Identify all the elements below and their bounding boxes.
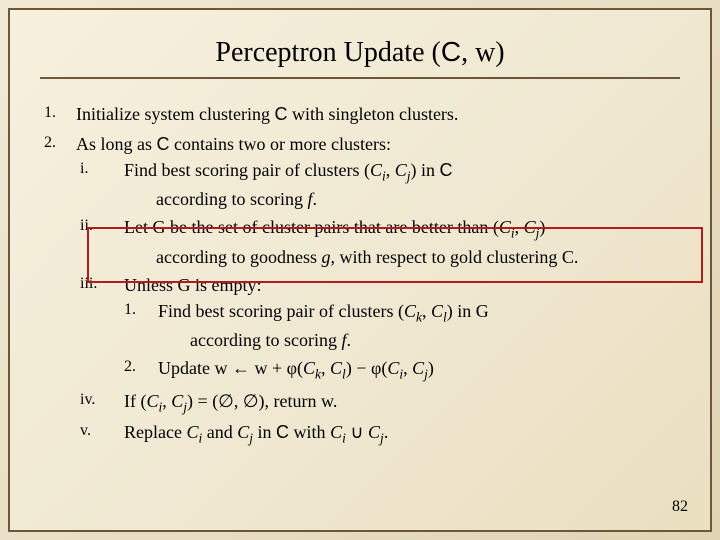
page-number: 82 (672, 498, 688, 516)
item-v: v. Replace Ci and Cj in C with Ci ∪ Cj. (76, 419, 676, 448)
rn-ii: ii. (76, 214, 124, 269)
item-ii: ii. Let G be the set of cluster pairs th… (76, 214, 676, 269)
top-list: 1. Initialize system clustering C with s… (44, 101, 676, 451)
inner-1: 1. Find best scoring pair of clusters (C… (124, 298, 676, 353)
num-2: 2. (44, 131, 76, 450)
item-i: i. Find best scoring pair of clusters (C… (76, 157, 676, 212)
slide-frame: Perceptron Update (C, w) 1. Initialize s… (8, 8, 712, 532)
slide-title: Perceptron Update (C, w) (10, 36, 710, 69)
item-iii: iii. Unless G is empty: 1. Find best sco… (76, 272, 676, 387)
roman-list: i. Find best scoring pair of clusters (C… (76, 157, 676, 448)
num-1: 1. (44, 101, 76, 127)
title-suffix: , w) (461, 37, 505, 68)
rn-v: v. (76, 419, 124, 448)
rn-iii: iii. (76, 272, 124, 387)
inner-list: 1. Find best scoring pair of clusters (C… (124, 298, 676, 384)
item-1-text: Initialize system clustering C with sing… (76, 101, 676, 127)
inner-2: 2. Update w ← w + φ(Ck, Cl) − φ(Ci, Cj) (124, 355, 676, 384)
title-C: C (441, 36, 461, 67)
title-underline (40, 77, 680, 79)
item-2: 2. As long as C contains two or more clu… (44, 131, 676, 450)
rn-i: i. (76, 157, 124, 212)
item-2-body: As long as C contains two or more cluste… (76, 131, 676, 450)
item-2-text: As long as C contains two or more cluste… (76, 131, 676, 157)
title-prefix: Perceptron Update ( (215, 37, 440, 68)
slide-content: 1. Initialize system clustering C with s… (44, 101, 676, 451)
item-1: 1. Initialize system clustering C with s… (44, 101, 676, 127)
rn-iv: iv. (76, 388, 124, 417)
item-iv: iv. If (Ci, Cj) = (∅, ∅), return w. (76, 388, 676, 417)
